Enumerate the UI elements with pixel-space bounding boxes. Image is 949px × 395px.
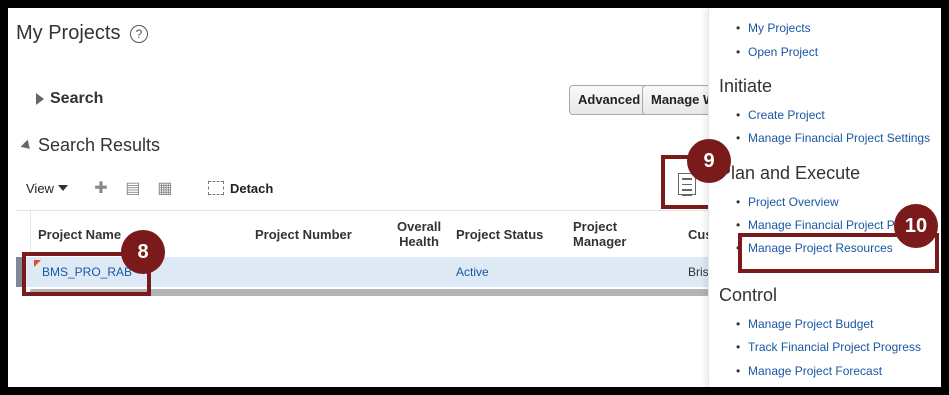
callout-badge-8: 8 xyxy=(121,230,165,274)
panel-heading-control: Control xyxy=(719,285,778,305)
column-separator xyxy=(30,211,31,256)
add-icon[interactable]: ✚ xyxy=(92,178,110,198)
panel-link-manage-financial-project[interactable]: Manage Financial Project P xyxy=(736,218,895,232)
advanced-button[interactable]: Advanced xyxy=(569,85,650,115)
search-results-disclosure[interactable]: Search Results xyxy=(20,135,161,156)
panel-link-project-overview[interactable]: Project Overview xyxy=(736,195,839,209)
detach-icon[interactable] xyxy=(207,181,224,195)
column-overall-health-line2: Health xyxy=(399,234,439,249)
panel-heading-plan-execute: Plan and Execute xyxy=(719,163,861,183)
column-project-manager-line2: Manager xyxy=(573,234,627,249)
column-overall-health-line1: Overall xyxy=(397,219,442,234)
help-icon[interactable]: ? xyxy=(130,25,148,43)
panel-link-open-project[interactable]: Open Project xyxy=(736,45,818,59)
columns-icon[interactable]: ▦ xyxy=(156,178,174,198)
results-toolbar: View ✚ ▤ ▦ Detach xyxy=(26,178,273,198)
edit-icon[interactable]: ▤ xyxy=(124,178,142,198)
search-label: Search xyxy=(50,90,104,107)
panel-link-financial-settings[interactable]: Manage Financial Project Settings xyxy=(736,131,930,145)
tasks-panel: My Projects Open Project Initiate Create… xyxy=(708,8,941,387)
column-project-manager[interactable]: Project Manager xyxy=(573,219,626,249)
panel-heading-initiate: Initiate xyxy=(719,76,773,96)
panel-link-project-forecast[interactable]: Manage Project Forecast xyxy=(736,364,882,378)
collapse-arrow-icon xyxy=(20,139,34,152)
view-menu[interactable]: View xyxy=(26,181,54,196)
panel-link-track-progress[interactable]: Track Financial Project Progress xyxy=(736,340,921,354)
chevron-down-icon[interactable] xyxy=(57,185,68,191)
panel-link-create-project[interactable]: Create Project xyxy=(736,108,825,122)
detach-button[interactable]: Detach xyxy=(230,181,273,196)
column-project-number[interactable]: Project Number xyxy=(255,227,352,242)
page-title: My Projects xyxy=(16,22,121,44)
column-project-manager-line1: Project xyxy=(573,219,618,234)
search-results-label: Search Results xyxy=(38,135,161,155)
column-overall-health[interactable]: Overall Health xyxy=(397,219,441,249)
expand-arrow-icon xyxy=(36,93,44,105)
callout-badge-10: 10 xyxy=(894,204,938,248)
column-project-status[interactable]: Project Status xyxy=(456,227,543,242)
search-disclosure[interactable]: Search xyxy=(36,90,103,108)
column-project-name[interactable]: Project Name xyxy=(38,227,121,242)
panel-link-my-projects[interactable]: My Projects xyxy=(736,21,811,35)
callout-badge-9: 9 xyxy=(687,139,731,183)
screenshot-frame: My Projects ? Search Advanced Manage W S… xyxy=(8,8,941,387)
panel-link-project-budget[interactable]: Manage Project Budget xyxy=(736,317,873,331)
project-status-cell: Active xyxy=(456,265,489,279)
customer-cell: Bris xyxy=(688,265,709,279)
manage-watchlist-button[interactable]: Manage W xyxy=(642,85,712,115)
